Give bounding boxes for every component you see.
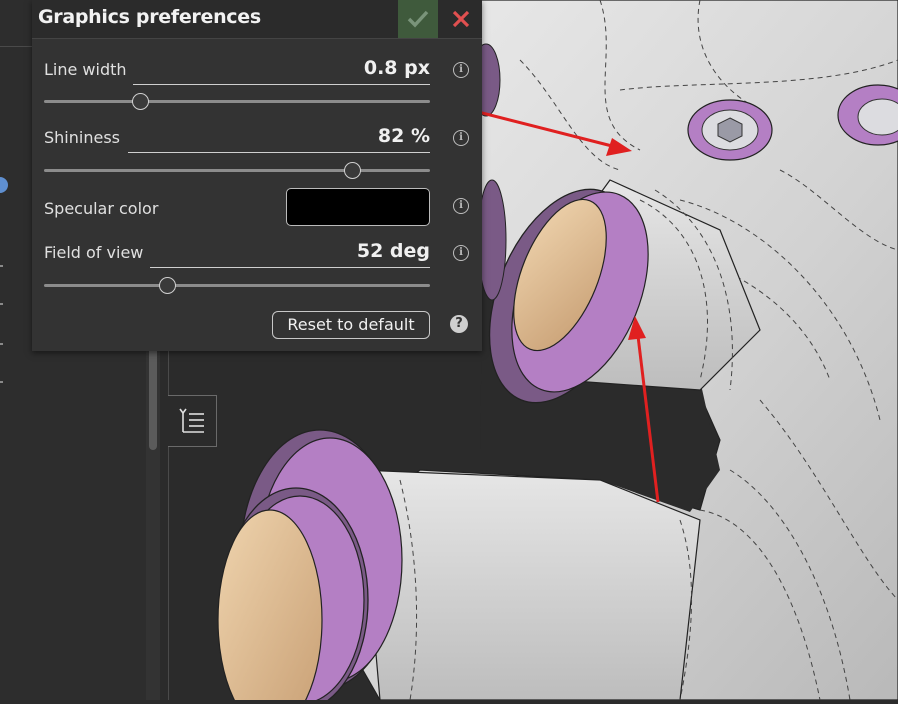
check-icon (407, 10, 429, 28)
ok-button[interactable] (398, 0, 438, 38)
field-of-view-slider-thumb[interactable] (158, 277, 176, 294)
info-icon[interactable]: i (453, 62, 469, 78)
list-marker (0, 343, 3, 345)
shininess-slider[interactable] (44, 162, 430, 179)
specular-color-swatch[interactable] (286, 188, 430, 226)
line-width-input[interactable]: 0.8 px (364, 57, 430, 79)
field-of-view-input[interactable]: 52 deg (357, 240, 430, 262)
list-marker (0, 303, 3, 305)
line-width-underline (133, 84, 430, 85)
field-of-view-underline (150, 267, 430, 268)
list-marker (0, 381, 3, 383)
graphics-preferences-dialog: Graphics preferences Line width 0.8 px i… (32, 0, 482, 351)
dialog-header[interactable]: Graphics preferences (32, 0, 482, 39)
help-icon[interactable]: ? (450, 315, 468, 333)
list-marker (0, 265, 3, 267)
field-of-view-slider[interactable] (44, 277, 430, 294)
line-width-slider[interactable] (44, 93, 430, 110)
line-width-label: Line width (44, 60, 127, 79)
shininess-label: Shininess (44, 128, 120, 147)
specular-color-label: Specular color (44, 199, 159, 218)
dialog-title: Graphics preferences (38, 6, 261, 28)
shininess-input[interactable]: 82 % (378, 125, 430, 147)
close-button[interactable] (442, 0, 480, 38)
info-icon[interactable]: i (453, 198, 469, 214)
info-icon[interactable]: i (453, 130, 469, 146)
shininess-slider-thumb[interactable] (343, 162, 361, 179)
field-of-view-label: Field of view (44, 243, 144, 262)
close-icon (452, 10, 470, 28)
reset-to-default-button[interactable]: Reset to default (272, 311, 430, 339)
list-tree-icon (179, 408, 204, 433)
info-icon[interactable]: i (453, 245, 469, 261)
feature-list-toggle[interactable] (168, 395, 217, 447)
shininess-underline (128, 152, 430, 153)
status-dot-icon[interactable] (0, 177, 8, 193)
line-width-slider-thumb[interactable] (131, 93, 149, 110)
